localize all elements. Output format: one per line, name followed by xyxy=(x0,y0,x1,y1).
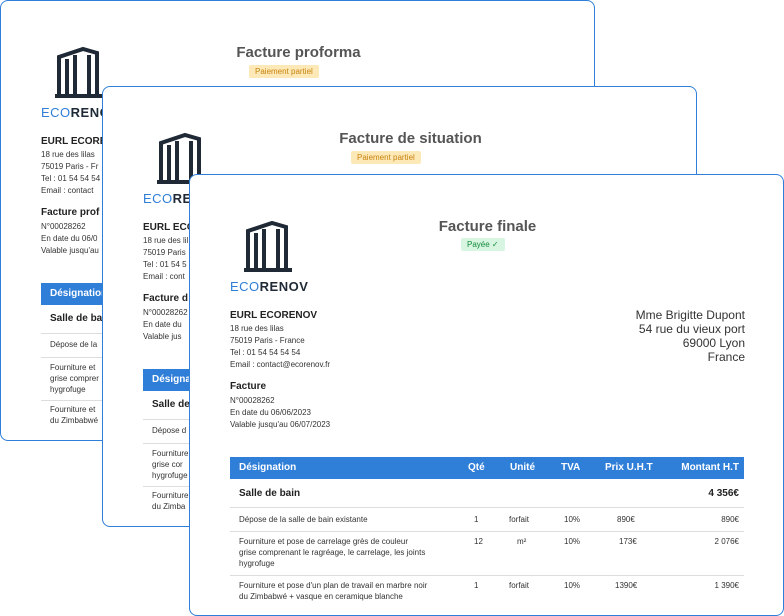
recipient-street: 54 rue du vieux port xyxy=(638,322,745,336)
col-designation: Désignation xyxy=(239,462,297,473)
status-badge: Paiement partiel xyxy=(351,151,421,164)
doc-validity: Valable jusqu'au 06/07/2023 xyxy=(230,420,331,429)
list-item: Dépose de la xyxy=(50,340,98,349)
table-row: Dépose de la salle de bain existante 1 f… xyxy=(239,515,739,524)
company-street: 18 rue des lilas xyxy=(41,150,95,159)
company-email: Email : cont xyxy=(143,272,185,281)
list-item: Dépose d xyxy=(152,426,187,435)
doc-number: N°00028262 xyxy=(143,308,188,317)
doc-date: En date du 06/06/2023 xyxy=(230,408,311,417)
status-badge: Paiement partiel xyxy=(249,65,319,78)
doc-date: En date du xyxy=(143,320,182,329)
company-tel: Tel : 01 54 54 54 xyxy=(41,174,101,183)
col-qty: Qté xyxy=(468,462,485,473)
col-tva: TVA xyxy=(561,462,581,473)
company-name: EURL ECO xyxy=(143,222,195,233)
table-row: Fourniture et pose d'un plan de travail … xyxy=(239,581,739,601)
section-title: Salle de ba xyxy=(50,313,103,324)
company-street: 18 rue des lilas xyxy=(230,324,284,333)
recipient-city: 69000 Lyon xyxy=(682,336,745,350)
list-item: hygrofuge xyxy=(152,471,188,480)
table-header: Désignation Qté Unité TVA Prix U.H.T Mon… xyxy=(230,457,744,479)
recipient-country: France xyxy=(707,350,745,364)
company-tel: Tel : 01 54 5 xyxy=(143,260,187,269)
section-title: Salle de xyxy=(152,399,190,410)
doc-number: N°00028262 xyxy=(41,222,86,231)
company-tel: Tel : 01 54 54 54 54 xyxy=(230,348,301,357)
house-logo-icon xyxy=(244,220,292,272)
list-item: du Zimbabwé xyxy=(50,416,99,425)
doc-label: Facture d xyxy=(143,293,189,304)
company-email: Email : contact@ecorenov.fr xyxy=(230,360,331,369)
house-logo-icon xyxy=(55,46,103,98)
company-email: Email : contact xyxy=(41,186,94,195)
recipient-address: Mme Brigitte Dupont 54 rue du vieux port… xyxy=(636,308,745,364)
section-title: Salle de bain xyxy=(239,488,301,499)
status-badge: Payée ✓ xyxy=(461,238,505,251)
company-city: 75019 Paris - France xyxy=(230,336,305,345)
page-title: Facture de situation xyxy=(339,130,482,147)
col-unit-price: Prix U.H.T xyxy=(605,462,653,473)
section-total: 4 356€ xyxy=(708,488,739,499)
doc-number: N°00028262 xyxy=(230,396,275,405)
page-title: Facture proforma xyxy=(236,44,361,61)
page-title: Facture finale xyxy=(438,218,537,235)
company-city: 75019 Paris - Fr xyxy=(41,162,99,171)
brand-wordmark: ECORENOV xyxy=(230,279,309,294)
invoice-table: Désignation Qté Unité TVA Prix U.H.T Mon… xyxy=(230,457,744,607)
doc-validity: Valable jusqu'au xyxy=(41,246,99,255)
invoice-card-finale[interactable]: ECORENOV Facture finale Payée ✓ EURL ECO… xyxy=(189,174,784,616)
recipient-name: Mme Brigitte Dupont xyxy=(635,308,745,322)
list-item: du Zimba xyxy=(152,502,186,511)
col-amount: Montant H.T xyxy=(681,462,739,473)
company-name: EURL ECORENOV xyxy=(230,310,318,321)
doc-label: Facture prof xyxy=(41,207,100,218)
doc-label: Facture xyxy=(230,381,267,392)
table-row: Fourniture et pose de carrelage grès de … xyxy=(239,537,739,568)
company-city: 75019 Paris xyxy=(143,248,186,257)
doc-date: En date du 06/0 xyxy=(41,234,98,243)
check-icon: ✓ xyxy=(491,240,499,249)
list-item: hygrofuge xyxy=(50,385,86,394)
doc-validity: Valable jus xyxy=(143,332,182,341)
company-street: 18 rue des lil xyxy=(143,236,189,245)
col-unit: Unité xyxy=(510,462,535,473)
